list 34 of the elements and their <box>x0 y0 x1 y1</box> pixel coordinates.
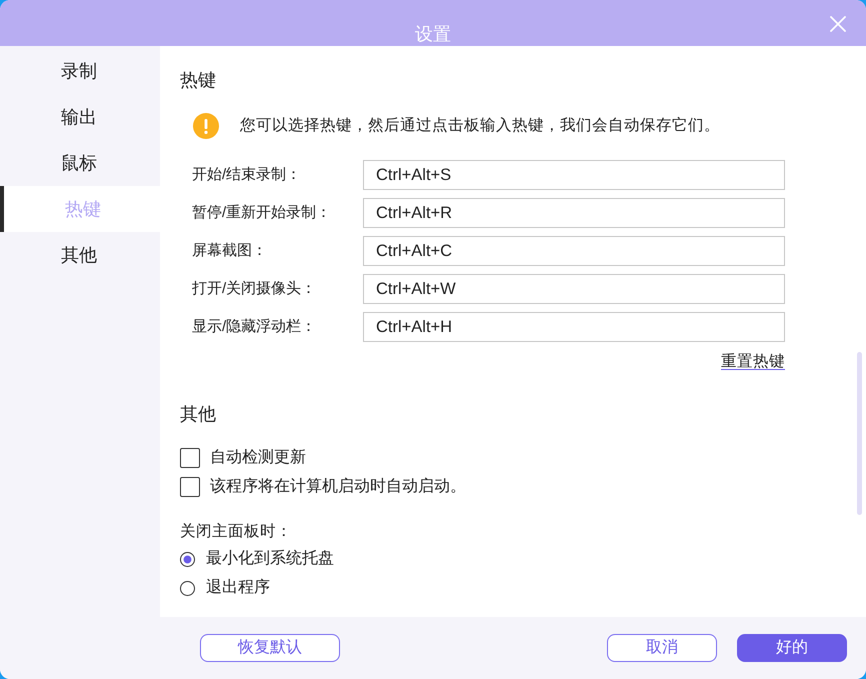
section-heading: 热键 <box>180 69 217 92</box>
dialog-button[interactable]: 好的 <box>737 634 847 662</box>
warning-icon <box>193 113 219 139</box>
close-icon <box>830 16 846 32</box>
radio-button[interactable] <box>180 552 195 566</box>
hotkey-field[interactable]: Ctrl+Alt+S <box>363 160 785 190</box>
radio-button[interactable] <box>180 580 195 596</box>
radio-label: 退出程序 <box>206 578 270 598</box>
dialog-button[interactable]: 恢复默认 <box>200 634 340 662</box>
sidebar-item[interactable]: 鼠标 <box>0 140 160 186</box>
checkbox[interactable] <box>180 477 200 497</box>
hotkey-field[interactable]: Ctrl+Alt+H <box>363 312 785 342</box>
checkbox-label: 自动检测更新 <box>210 448 306 468</box>
section-heading: 其他 <box>180 403 217 426</box>
hotkey-label: 暂停/重新开始录制： <box>192 203 332 223</box>
sidebar-item[interactable]: 其他 <box>0 232 160 278</box>
sidebar-item[interactable]: 输出 <box>0 94 160 140</box>
notice-text: 您可以选择热键，然后通过点击板输入热键，我们会自动保存它们。 <box>240 116 720 136</box>
hotkey-field[interactable]: Ctrl+Alt+W <box>363 274 785 304</box>
hotkey-label: 开始/结束录制： <box>192 165 302 185</box>
checkbox[interactable] <box>180 448 200 468</box>
window-title: 设置 <box>415 23 451 46</box>
checkbox-label: 该程序将在计算机启动时自动启动。 <box>210 477 466 497</box>
radio-label: 最小化到系统托盘 <box>206 549 334 569</box>
dialog-button[interactable]: 取消 <box>607 634 717 662</box>
option-group-label: 关闭主面板时： <box>180 522 293 542</box>
scrollbar-thumb[interactable] <box>857 352 862 515</box>
hotkey-label: 屏幕截图： <box>192 241 268 261</box>
hotkey-label: 打开/关闭摄像头： <box>192 279 318 299</box>
hotkey-field[interactable]: Ctrl+Alt+C <box>363 236 785 266</box>
sidebar-item[interactable]: 录制 <box>0 48 160 94</box>
hotkey-label: 显示/隐藏浮动栏： <box>192 317 318 337</box>
hotkey-field[interactable]: Ctrl+Alt+R <box>363 198 785 228</box>
reset-hotkeys-link[interactable]: 重置热键 <box>721 352 785 372</box>
